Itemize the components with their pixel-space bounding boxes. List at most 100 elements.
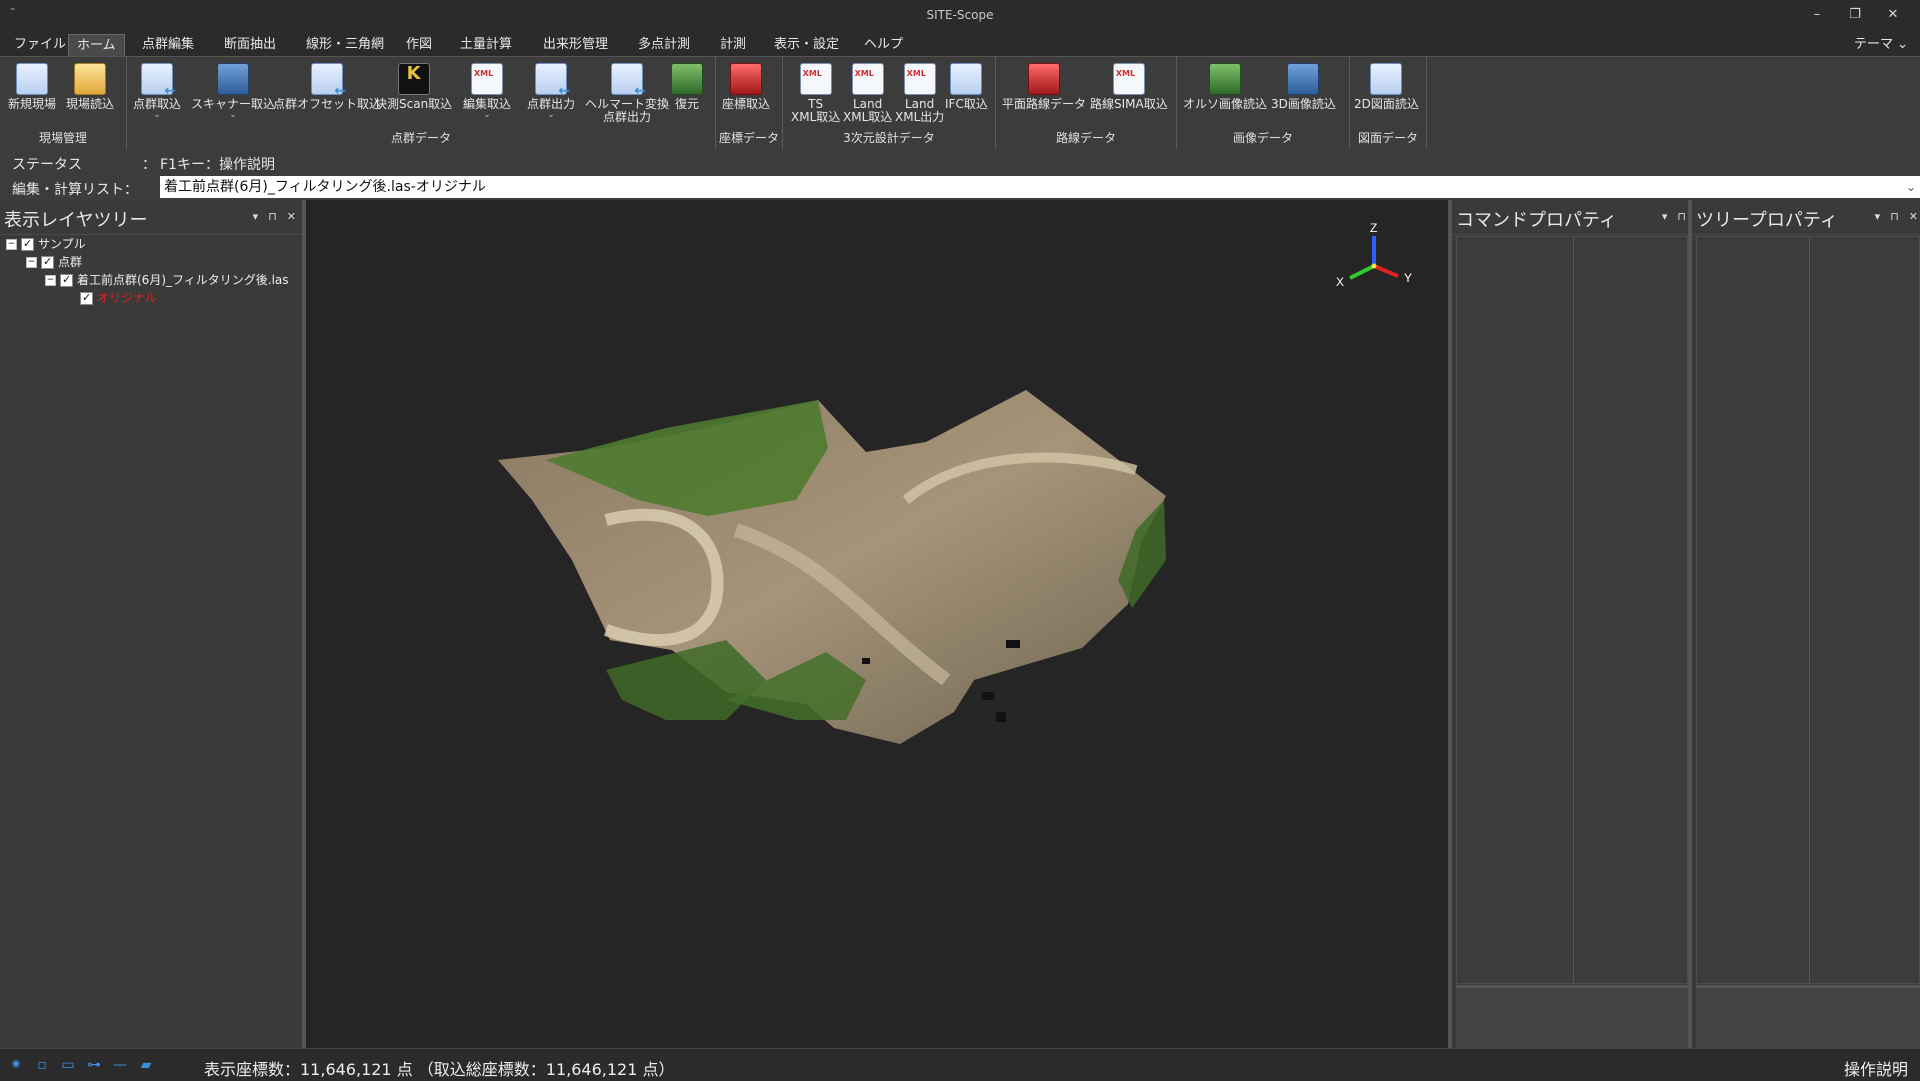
view-tools: ✷ ▫ ▭ ⊶ — ▰	[6, 1055, 156, 1075]
equipment-marker	[982, 692, 994, 700]
menu-alignment[interactable]: 線形・三角網	[298, 34, 392, 56]
landxml-import-button[interactable]: Land XML取込	[843, 63, 892, 124]
edit-import-button[interactable]: 編集取込 ⌄	[463, 63, 511, 120]
tree-properties-title: ツリープロパティ	[1696, 210, 1838, 231]
pin-icon[interactable]: ⊓	[268, 210, 277, 223]
tree-node-label: サンプル	[38, 237, 86, 251]
ribbon-group-pointcloud: 点群取込 ⌄ スキャナー取込 ⌄ 点群オフセット取込 快測Scan取込 編集取込…	[127, 57, 716, 149]
edit-import-icon	[471, 63, 503, 95]
scanner-import-button[interactable]: スキャナー取込 ⌄	[191, 63, 275, 120]
2d-drawing-icon	[1370, 63, 1403, 95]
landxml-export-button[interactable]: Land XML出力	[895, 63, 944, 124]
checkbox-icon[interactable]	[80, 290, 93, 306]
close-icon[interactable]: ✕	[287, 210, 296, 223]
ifc-import-icon	[950, 63, 983, 95]
collapse-icon[interactable]: −	[26, 256, 37, 268]
dropdown-icon[interactable]: ▾	[1875, 210, 1881, 223]
sima-import-button[interactable]: 路線SIMA取込	[1090, 63, 1168, 111]
help-link[interactable]: 操作説明	[1844, 1056, 1908, 1080]
ts-xml-import-button[interactable]: TS XML取込	[791, 63, 840, 124]
pointcloud-export-icon	[535, 63, 570, 98]
close-button[interactable]: ✕	[1874, 5, 1912, 25]
offset-import-button[interactable]: 点群オフセット取込	[273, 63, 381, 111]
new-site-button[interactable]: 新規現場	[8, 63, 56, 111]
restore-button-ribbon[interactable]: 復元	[671, 63, 703, 111]
equipment-marker	[1006, 640, 1020, 648]
column-divider[interactable]	[1573, 237, 1574, 983]
group-label-pointcloud: 点群データ	[390, 131, 451, 145]
landxml-import-icon	[851, 63, 884, 95]
title-bar: ⁼ SITE-Scope – ❐ ✕	[0, 0, 1920, 30]
line-tool-icon[interactable]: ⊶	[84, 1055, 104, 1075]
ortho-image-button[interactable]: オルソ画像読込	[1183, 63, 1267, 111]
menu-help[interactable]: ヘルプ	[856, 34, 911, 56]
ribbon-group-image: オルソ画像読込 3D画像読込 画像データ	[1177, 57, 1350, 149]
rect-tool-icon[interactable]: ▭	[58, 1055, 78, 1075]
dropdown-icon[interactable]: ▾	[253, 210, 259, 223]
plane-route-button[interactable]: 平面路線データ	[1002, 63, 1086, 111]
checkbox-icon[interactable]	[21, 236, 34, 252]
menu-section[interactable]: 断面抽出	[216, 34, 284, 56]
menu-point-edit[interactable]: 点群編集	[134, 34, 202, 56]
ts-xml-icon	[799, 63, 832, 95]
menu-multipoint[interactable]: 多点計測	[630, 34, 698, 56]
layer-tree-title: 表示レイヤツリー	[4, 210, 148, 231]
dropdown-icon[interactable]: ▾	[1662, 210, 1668, 223]
checkbox-icon[interactable]	[60, 272, 73, 288]
settings-tool-icon[interactable]: ✷	[6, 1055, 26, 1075]
segment-tool-icon[interactable]: —	[110, 1055, 130, 1075]
menu-earthwork[interactable]: 土量計算	[452, 34, 520, 56]
command-properties-controls: ▾ ⊓	[1662, 210, 1686, 223]
point-tool-icon[interactable]: ▫	[32, 1055, 52, 1075]
tree-properties-description	[1696, 985, 1920, 1048]
status-value: F1キー：操作説明	[160, 157, 275, 173]
checkbox-icon[interactable]	[41, 254, 54, 270]
collapse-icon[interactable]: −	[6, 238, 17, 250]
command-properties-header: コマンドプロパティ ▾ ⊓	[1452, 200, 1692, 235]
point-cloud-render	[498, 390, 1166, 744]
kaisoku-scan-icon	[397, 63, 430, 95]
tree-node-sample[interactable]: − サンプル	[6, 236, 86, 252]
pointcloud-import-button[interactable]: 点群取込 ⌄	[133, 63, 181, 120]
helmert-export-button[interactable]: ヘルマート変換 点群出力	[585, 63, 669, 124]
tree-node-las-file[interactable]: − 着工前点群(6月)_フィルタリング後.las	[45, 272, 289, 288]
edit-list-select[interactable]: 着工前点群(6月)_フィルタリング後.las-オリジナル ⌄	[160, 176, 1920, 198]
minimize-button[interactable]: –	[1798, 5, 1836, 25]
menu-asbuilt[interactable]: 出来形管理	[535, 34, 616, 56]
plane-tool-icon[interactable]: ▰	[136, 1055, 156, 1075]
pointcloud-export-button[interactable]: 点群出力 ⌄	[527, 63, 575, 120]
axis-gizmo: Z X Y	[1336, 222, 1412, 289]
3d-image-button[interactable]: 3D画像読込	[1271, 63, 1336, 111]
pin-icon[interactable]: ⊓	[1890, 210, 1899, 223]
menu-view-settings[interactable]: 表示・設定	[766, 34, 847, 56]
2d-drawing-button[interactable]: 2D図面読込	[1354, 63, 1419, 111]
sima-import-icon	[1112, 63, 1145, 95]
coordinate-import-button[interactable]: 座標取込	[722, 63, 770, 111]
3d-viewport[interactable]: Z X Y	[306, 200, 1448, 1048]
pin-icon[interactable]: ⊓	[1677, 210, 1686, 223]
tree-node-pointcloud[interactable]: − 点群	[26, 254, 82, 270]
close-icon[interactable]: ✕	[1909, 210, 1918, 223]
menu-home[interactable]: ホーム	[68, 34, 125, 57]
status-row: ステータス ： F1キー：操作説明	[0, 149, 1920, 175]
group-label-image: 画像データ	[1232, 131, 1293, 145]
tree-node-original[interactable]: オリジナル	[80, 290, 157, 306]
kaisoku-scan-button[interactable]: 快測Scan取込	[375, 63, 452, 111]
menu-file[interactable]: ファイル	[6, 34, 74, 56]
menu-drawing[interactable]: 作図	[398, 34, 440, 56]
tree-node-label: 着工前点群(6月)_フィルタリング後.las	[77, 273, 289, 287]
window-title: SITE-Scope	[926, 8, 994, 22]
group-label-coordinates: 座標データ	[718, 131, 779, 145]
chevron-down-icon[interactable]: ⌄	[1906, 176, 1916, 198]
load-site-button[interactable]: 現場読込	[66, 63, 114, 111]
column-divider[interactable]	[1809, 237, 1810, 983]
command-properties-grid	[1456, 236, 1688, 984]
theme-menu[interactable]: テーマ ⌄	[1854, 34, 1908, 56]
ifc-import-button[interactable]: IFC取込	[945, 63, 988, 111]
menu-measure[interactable]: 計測	[712, 34, 754, 56]
axis-label-z: Z	[1370, 222, 1377, 235]
restore-button[interactable]: ❐	[1836, 5, 1874, 25]
collapse-icon[interactable]: −	[45, 274, 56, 286]
tree-properties-panel: ツリープロパティ ▾ ⊓ ✕	[1688, 200, 1920, 1048]
landxml-export-icon	[903, 63, 936, 95]
